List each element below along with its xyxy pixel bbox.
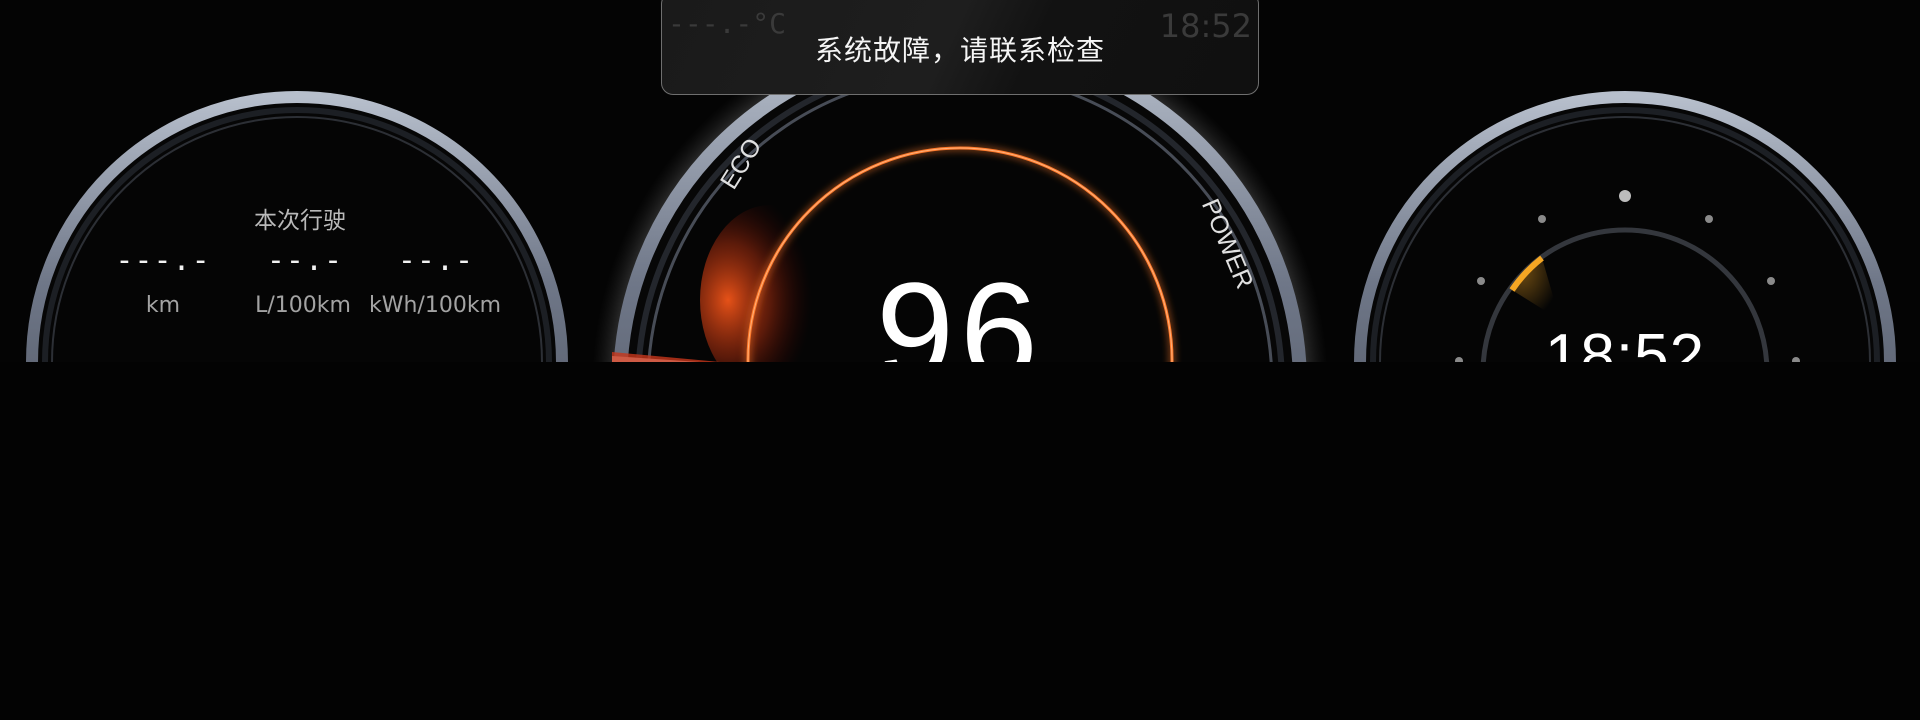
gauge-strip: 本次行驶 ---.- --.- --.- km L/100km kWh/100k… [0, 0, 1920, 362]
power-mode-label: POWER [1196, 195, 1259, 293]
instrument-cluster-screen: 本次行驶 ---.- --.- --.- km L/100km kWh/100k… [0, 0, 1920, 720]
eco-mode-label: ECO [715, 133, 767, 194]
fault-alert-message: 系统故障，请联系检查 [814, 34, 1105, 67]
speed-readout: 96 [876, 253, 1044, 363]
clock-readout: 18:52 [1544, 322, 1706, 363]
fault-alert-banner[interactable]: ---.-°C 18:52 系统故障，请联系检查 [661, 0, 1259, 95]
